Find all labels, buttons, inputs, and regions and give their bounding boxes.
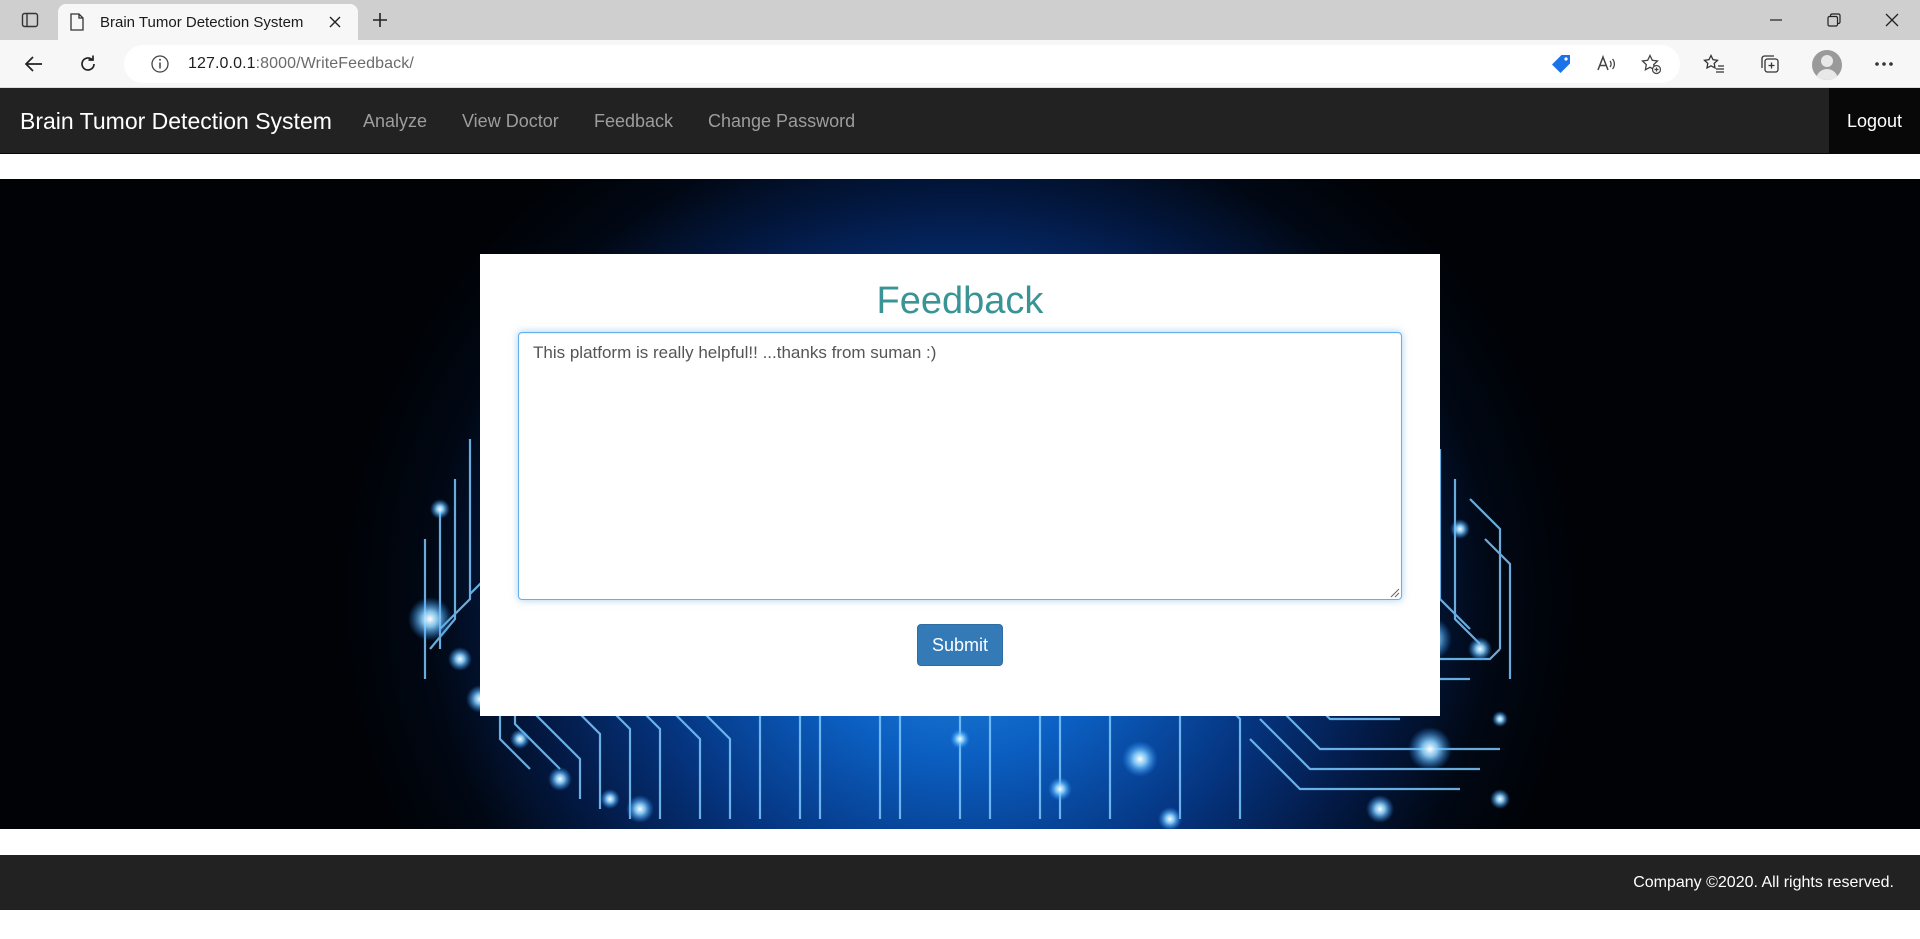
footer-copyright: Company ©2020. All rights reserved. bbox=[1633, 874, 1894, 891]
submit-button[interactable]: Submit bbox=[917, 624, 1003, 666]
restore-icon[interactable] bbox=[1806, 0, 1862, 40]
browser-toolbar: 127.0.0.1:8000/WriteFeedback/ bbox=[0, 40, 1920, 88]
profile-avatar[interactable] bbox=[1812, 50, 1842, 80]
nav-link-view-doctor[interactable]: View Doctor bbox=[462, 88, 559, 154]
read-aloud-icon[interactable] bbox=[1591, 49, 1621, 79]
favorites-icon[interactable] bbox=[1696, 48, 1732, 80]
browser-tab-strip: Brain Tumor Detection System bbox=[0, 0, 1920, 40]
collections-icon[interactable] bbox=[1752, 48, 1788, 80]
page-icon bbox=[70, 13, 86, 31]
reload-icon[interactable] bbox=[70, 48, 106, 80]
url-text: 127.0.0.1:8000/WriteFeedback/ bbox=[188, 55, 414, 73]
address-bar[interactable]: 127.0.0.1:8000/WriteFeedback/ bbox=[124, 45, 1680, 83]
feedback-form-card: Feedback This platform is really helpful… bbox=[480, 254, 1440, 716]
url-host: 127.0.0.1 bbox=[188, 55, 256, 72]
resize-grip-icon[interactable] bbox=[1390, 588, 1400, 598]
shopping-tag-icon[interactable] bbox=[1546, 49, 1576, 79]
nav-link-feedback[interactable]: Feedback bbox=[594, 88, 673, 154]
page-title: Feedback bbox=[876, 280, 1044, 322]
site-info-icon[interactable] bbox=[140, 54, 180, 74]
minimize-icon[interactable] bbox=[1748, 0, 1804, 40]
nav-link-analyze[interactable]: Analyze bbox=[363, 88, 427, 154]
close-tab-icon[interactable] bbox=[324, 11, 346, 33]
feedback-textarea[interactable]: This platform is really helpful!! ...tha… bbox=[518, 332, 1402, 600]
logout-link[interactable]: Logout bbox=[1829, 88, 1920, 154]
tab-title: Brain Tumor Detection System bbox=[100, 13, 304, 31]
back-icon[interactable] bbox=[16, 48, 52, 80]
browser-tab-active[interactable]: Brain Tumor Detection System bbox=[58, 4, 358, 40]
tab-actions-icon[interactable] bbox=[8, 6, 52, 34]
new-tab-icon[interactable] bbox=[366, 6, 394, 34]
add-favorite-icon[interactable] bbox=[1636, 49, 1666, 79]
site-navbar: Brain Tumor Detection System Analyze Vie… bbox=[0, 88, 1920, 154]
url-path: :8000/WriteFeedback/ bbox=[255, 55, 414, 72]
brand-link[interactable]: Brain Tumor Detection System bbox=[20, 88, 332, 154]
nav-link-change-password[interactable]: Change Password bbox=[708, 88, 855, 154]
close-window-icon[interactable] bbox=[1864, 0, 1920, 40]
more-options-icon[interactable] bbox=[1866, 48, 1902, 80]
site-footer: Company ©2020. All rights reserved. bbox=[0, 855, 1920, 910]
